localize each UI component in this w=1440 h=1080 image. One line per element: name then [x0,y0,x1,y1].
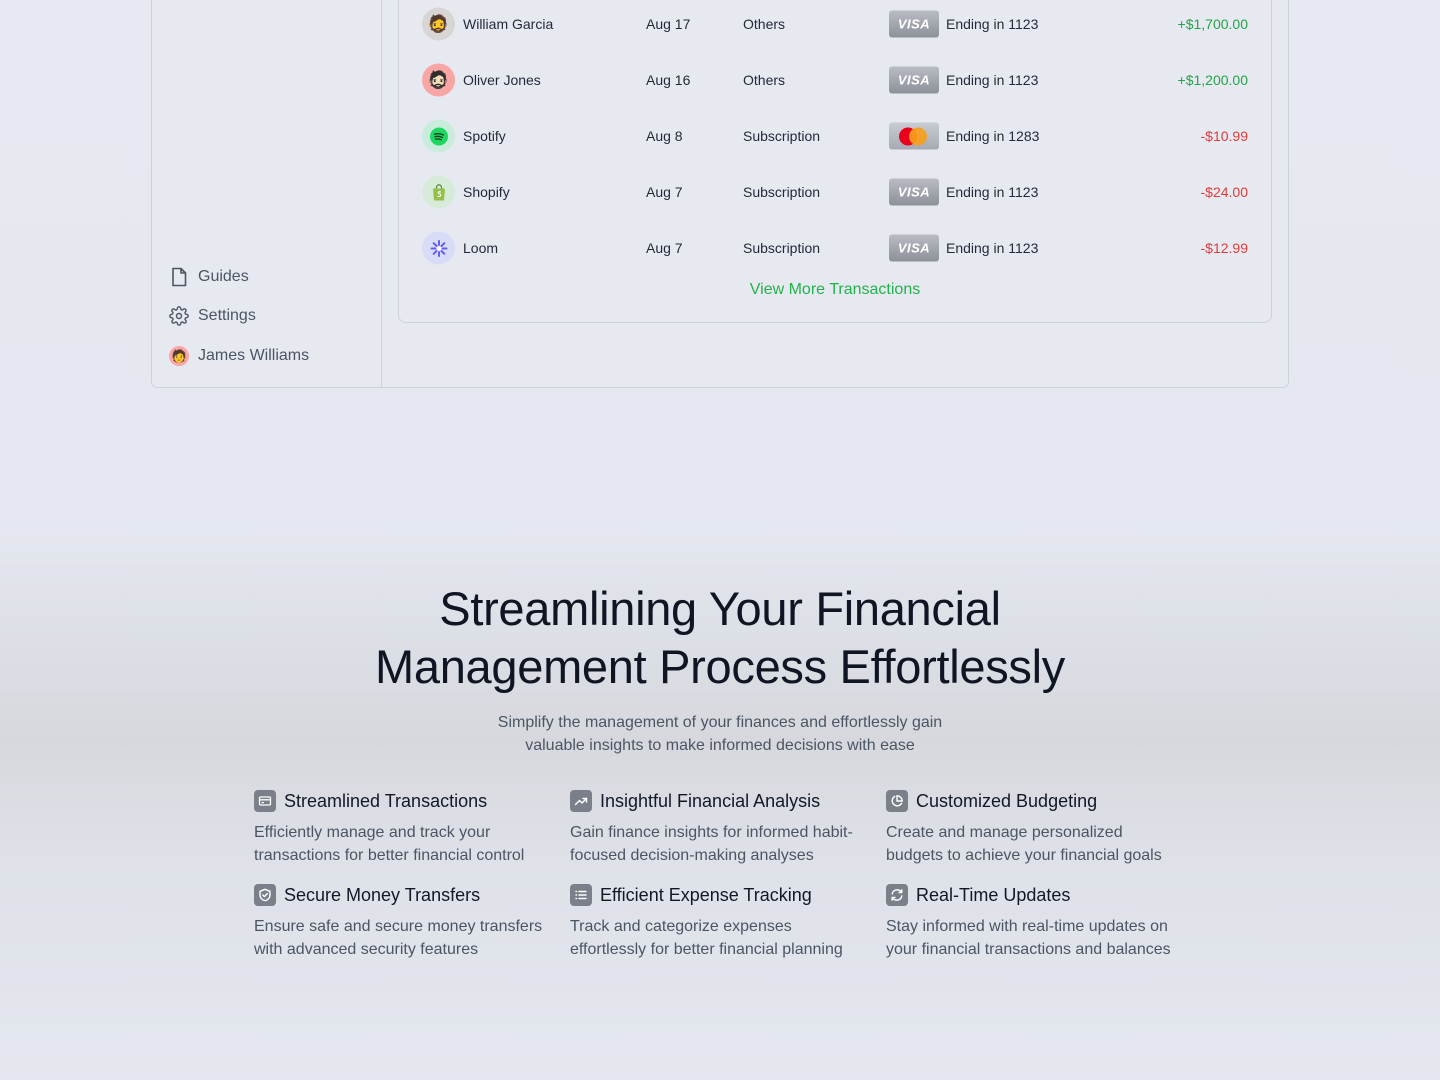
tx-category: Subscription [743,240,821,256]
credit-card-icon [254,790,276,812]
tx-date: Aug 8 [646,128,683,144]
visa-icon: VISA [889,10,939,38]
list-icon [570,884,592,906]
visa-icon: VISA [889,66,939,94]
trending-up-icon [570,790,592,812]
tx-card-ending: Ending in 1283 [946,128,1040,144]
tx-card-ending: Ending in 1123 [946,16,1039,32]
table-row[interactable]: Loom Aug 7 Subscription VISA Ending in 1… [422,228,1248,268]
title-line: Streamlining Your Financial [439,582,1001,635]
gear-icon [169,306,189,326]
tx-date: Aug 7 [646,240,683,256]
feature-description: Stay informed with real-time updates on y… [886,918,1171,958]
tx-name: Oliver Jones [463,72,541,88]
tx-date: Aug 7 [646,184,683,200]
feature-title: Customized Budgeting [916,790,1098,811]
tx-date: Aug 16 [646,72,691,88]
tx-card-ending: Ending in 1123 [946,240,1039,256]
view-more-transactions-link[interactable]: View More Transactions [399,281,1271,299]
visa-icon: VISA [889,234,939,262]
tx-category: Subscription [743,184,821,200]
dashboard-frame: Guides Settings 🧑 James Williams 🧔 Willi… [151,0,1289,388]
feature-title: Efficient Expense Tracking [600,884,812,905]
tx-amount: -$12.99 [1200,240,1248,256]
table-row[interactable]: 🧔 William Garcia Aug 17 Others VISA Endi… [422,4,1248,44]
table-row[interactable]: 🧔🏻 Oliver Jones Aug 16 Others VISA Endin… [422,60,1248,100]
feature-description: Track and categorize expenses effortlessl… [570,918,843,958]
pie-chart-icon [886,790,908,812]
feature-secure-transfers: Secure Money Transfers Ensure safe and s… [254,882,554,961]
tx-amount: -$24.00 [1200,184,1248,200]
tx-date: Aug 17 [646,16,691,32]
spotify-icon [422,119,455,153]
tx-card-ending: Ending in 1123 [946,72,1039,88]
feature-expense-tracking: Efficient Expense Tracking Track and cat… [570,882,870,961]
tx-category: Others [743,16,786,32]
table-row[interactable]: Spotify Aug 8 Subscription Ending in 128… [422,116,1248,156]
refresh-icon [886,884,908,906]
subtitle-line: valuable insights to make informed decis… [525,737,915,754]
tx-amount: -$10.99 [1200,128,1248,144]
feature-description: Create and manage personalized budgets to… [886,824,1162,864]
title-line: Management Process Effortlessly [375,640,1065,693]
shield-check-icon [254,884,276,906]
document-icon [169,267,189,287]
tx-name: Shopify [463,184,510,200]
visa-icon: VISA [889,178,939,206]
avatar: 🧔🏻 [422,63,455,97]
tx-name: William Garcia [463,16,554,32]
subtitle-line: Simplify the management of your finances… [497,714,943,731]
sidebar-user[interactable]: 🧑 James Williams [169,346,309,366]
tx-category: Others [743,72,786,88]
tx-card-ending: Ending in 1123 [946,184,1039,200]
tx-amount: +$1,200.00 [1177,72,1248,88]
avatar: 🧑 [169,346,189,366]
feature-description: Ensure safe and secure money transfers wi… [254,918,543,958]
avatar: 🧔 [422,7,455,41]
shopify-icon [422,175,455,209]
transactions-card: 🧔 William Garcia Aug 17 Others VISA Endi… [398,0,1272,323]
sidebar-item-label: Settings [198,307,256,324]
feature-title: Streamlined Transactions [284,790,488,811]
user-name: James Williams [198,347,310,364]
feature-real-time-updates: Real-Time Updates Stay informed with rea… [886,882,1206,961]
feature-streamlined-transactions: Streamlined Transactions Efficiently man… [254,788,554,867]
page-title: Streamlining Your Financial Management P… [0,580,1440,696]
feature-customized-budgeting: Customized Budgeting Create and manage p… [886,788,1186,867]
sidebar-item-label: Guides [198,268,249,285]
tx-category: Subscription [743,128,821,144]
loom-icon [422,231,455,265]
feature-title: Secure Money Transfers [284,884,481,905]
tx-amount: +$1,700.00 [1177,16,1248,32]
feature-description: Efficiently manage and track your transac… [254,824,525,864]
page-subtitle: Simplify the management of your finances… [470,711,970,757]
sidebar-item-settings[interactable]: Settings [169,306,256,326]
sidebar: Guides Settings 🧑 James Williams [152,0,382,387]
tx-name: Loom [463,240,499,256]
feature-title: Insightful Financial Analysis [600,790,821,811]
tx-name: Spotify [463,128,506,144]
feature-insightful-analysis: Insightful Financial Analysis Gain finan… [570,788,870,867]
mastercard-icon [889,122,939,150]
sidebar-item-guides[interactable]: Guides [169,267,249,287]
feature-title: Real-Time Updates [916,884,1071,905]
feature-description: Gain finance insights for informed habit… [570,824,853,864]
table-row[interactable]: Shopify Aug 7 Subscription VISA Ending i… [422,172,1248,212]
